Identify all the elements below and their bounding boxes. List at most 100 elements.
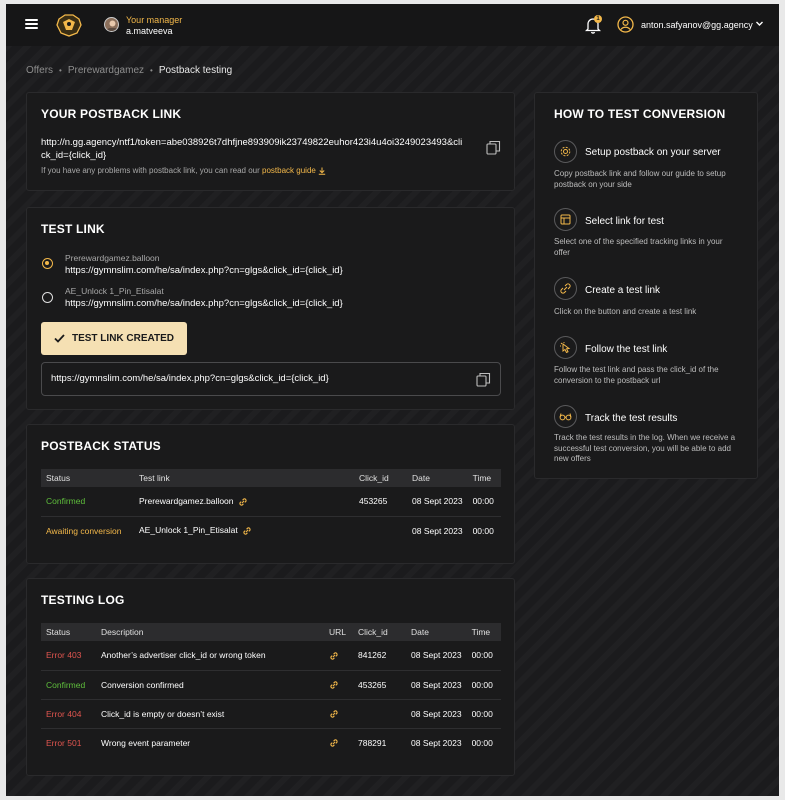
step-3-desc: Click on the button and create a test li… xyxy=(554,307,697,316)
logo-icon[interactable] xyxy=(55,13,83,37)
postback-guide-link[interactable]: postback guide xyxy=(262,166,316,175)
table-row: Error 501 Wrong event parameter 788291 0… xyxy=(41,728,501,757)
how-to-card: HOW TO TEST CONVERSION Setup postback on… xyxy=(534,92,758,479)
download-icon[interactable] xyxy=(318,167,326,175)
app-window: Your manager a.matveeva 1 anton.safyanov… xyxy=(6,4,779,796)
column-header: Status xyxy=(41,623,96,641)
link-icon[interactable] xyxy=(329,709,339,719)
column-header: URL xyxy=(324,623,353,641)
url-cell xyxy=(324,641,353,671)
link-icon[interactable] xyxy=(329,738,339,748)
link-icon[interactable] xyxy=(329,651,339,661)
description-cell: Another’s advertiser click_id or wrong t… xyxy=(96,641,324,671)
testing-log-title: TESTING LOG xyxy=(41,593,125,607)
column-header: Date xyxy=(406,623,467,641)
generated-test-link-field[interactable]: https://gymnslim.com/he/sa/index.php?cn=… xyxy=(41,362,501,396)
top-bar: Your manager a.matveeva 1 anton.safyanov… xyxy=(6,4,779,46)
url-cell xyxy=(324,699,353,729)
user-email[interactable]: anton.safyanov@gg.agency xyxy=(641,20,753,30)
column-header: Status xyxy=(41,469,134,487)
menu-icon[interactable] xyxy=(25,19,38,29)
status-cell: Awaiting conversion xyxy=(46,525,122,536)
status-cell: Confirmed xyxy=(41,670,96,700)
time-cell: 00:00 xyxy=(472,525,494,536)
check-icon xyxy=(54,334,65,343)
date-cell: 08 Sept 2023 xyxy=(411,737,462,748)
column-header: Click_id xyxy=(354,469,407,487)
column-header: Description xyxy=(96,623,324,641)
column-header: Click_id xyxy=(353,623,406,641)
test-link-name: AE_Unlock 1_Pin_Etisalat xyxy=(139,525,238,536)
date-cell: 08 Sept 2023 xyxy=(412,525,463,536)
option-1-name: Prerewardgamez.balloon xyxy=(65,253,160,263)
link-icon[interactable] xyxy=(238,497,248,507)
breadcrumb-separator: • xyxy=(59,66,62,75)
breadcrumb-offers[interactable]: Offers xyxy=(26,65,53,76)
time-cell: 00:00 xyxy=(471,737,493,748)
click-id-cell xyxy=(354,516,407,545)
step-1-title: Setup postback on your server xyxy=(585,147,721,158)
chevron-down-icon[interactable] xyxy=(755,19,764,28)
column-header: Time xyxy=(467,469,501,487)
column-header: Test link xyxy=(134,469,354,487)
option-2-name: AE_Unlock 1_Pin_Etisalat xyxy=(65,286,164,296)
step-4-desc: Follow the test link and pass the click_… xyxy=(554,365,719,385)
test-link-title: TEST LINK xyxy=(41,222,105,236)
generated-test-link: https://gymnslim.com/he/sa/index.php?cn=… xyxy=(51,373,329,384)
column-header: Date xyxy=(407,469,468,487)
test-link-name: Prerewardgamez.balloon xyxy=(139,495,234,506)
user-icon[interactable] xyxy=(617,16,634,33)
click-id-cell: 841262 xyxy=(353,641,406,671)
step-2-desc: Select one of the specified tracking lin… xyxy=(554,237,723,257)
link-icon[interactable] xyxy=(242,526,252,536)
breadcrumb-offer[interactable]: Prerewardgamez xyxy=(68,65,144,76)
description-cell: Conversion confirmed xyxy=(96,670,324,700)
status-cell: Error 501 xyxy=(46,737,82,748)
test-link-created-button[interactable]: TEST LINK CREATED xyxy=(41,322,187,355)
table-row: Error 403 Another’s advertiser click_id … xyxy=(41,641,501,671)
copy-icon[interactable] xyxy=(476,372,491,387)
test-link-card: TEST LINK Prerewardgamez.balloon https:/… xyxy=(26,207,515,410)
link-icon[interactable] xyxy=(329,680,339,690)
gear-icon xyxy=(554,140,577,163)
testing-log-table: Status Description URL Click_id Date Tim… xyxy=(41,623,501,757)
postback-url[interactable]: http://n.gg.agency/ntf1/token=abe038926t… xyxy=(41,136,466,162)
table-row: Confirmed Prerewardgamez.balloon 453265 … xyxy=(41,487,501,517)
breadcrumb-separator: • xyxy=(150,66,153,75)
radio-option-2[interactable] xyxy=(42,292,53,303)
time-cell: 00:00 xyxy=(467,487,501,517)
step-3-title: Create a test link xyxy=(585,285,661,296)
click-id-cell: 453265 xyxy=(354,487,407,517)
table-row: Confirmed Conversion confirmed 453265 08… xyxy=(41,670,501,700)
postback-status-table: Status Test link Click_id Date Time Conf… xyxy=(41,469,501,545)
date-cell: 08 Sept 2023 xyxy=(406,641,467,671)
how-to-title: HOW TO TEST CONVERSION xyxy=(554,107,726,121)
click-id-cell xyxy=(353,699,406,729)
step-1-desc: Copy postback link and follow our guide … xyxy=(554,169,726,189)
radio-option-1[interactable] xyxy=(42,258,53,269)
column-header: Time xyxy=(466,623,501,641)
avatar[interactable] xyxy=(104,17,119,32)
notification-badge: 1 xyxy=(594,15,602,23)
option-2-url[interactable]: https://gymnslim.com/he/sa/index.php?cn=… xyxy=(65,298,343,309)
postback-status-card: POSTBACK STATUS Status Test link Click_i… xyxy=(26,424,515,564)
description-cell: Click_id is empty or doesn’t exist xyxy=(96,699,324,729)
postback-link-title: YOUR POSTBACK LINK xyxy=(41,107,182,121)
postback-link-card: YOUR POSTBACK LINK http://n.gg.agency/nt… xyxy=(26,92,515,191)
copy-icon[interactable] xyxy=(486,140,501,155)
test-link-cell: Prerewardgamez.balloon xyxy=(134,487,354,517)
manager-name[interactable]: a.matveeva xyxy=(126,26,173,36)
pointer-icon xyxy=(554,336,577,359)
table-row: Awaiting conversion AE_Unlock 1_Pin_Etis… xyxy=(41,516,501,545)
test-link-cell: AE_Unlock 1_Pin_Etisalat xyxy=(134,516,354,545)
click-id-cell: 788291 xyxy=(358,737,387,748)
time-cell: 00:00 xyxy=(466,699,501,729)
option-1-url[interactable]: https://gymnslim.com/he/sa/index.php?cn=… xyxy=(65,265,343,276)
time-cell: 00:00 xyxy=(466,641,501,671)
table-row: Error 404 Click_id is empty or doesn’t e… xyxy=(41,699,501,729)
date-cell: 08 Sept 2023 xyxy=(406,699,467,729)
manager-label: Your manager xyxy=(126,15,183,25)
postback-status-title: POSTBACK STATUS xyxy=(41,439,161,453)
step-2-title: Select link for test xyxy=(585,216,664,227)
step-5-desc: Track the test results in the log. When … xyxy=(554,433,736,463)
